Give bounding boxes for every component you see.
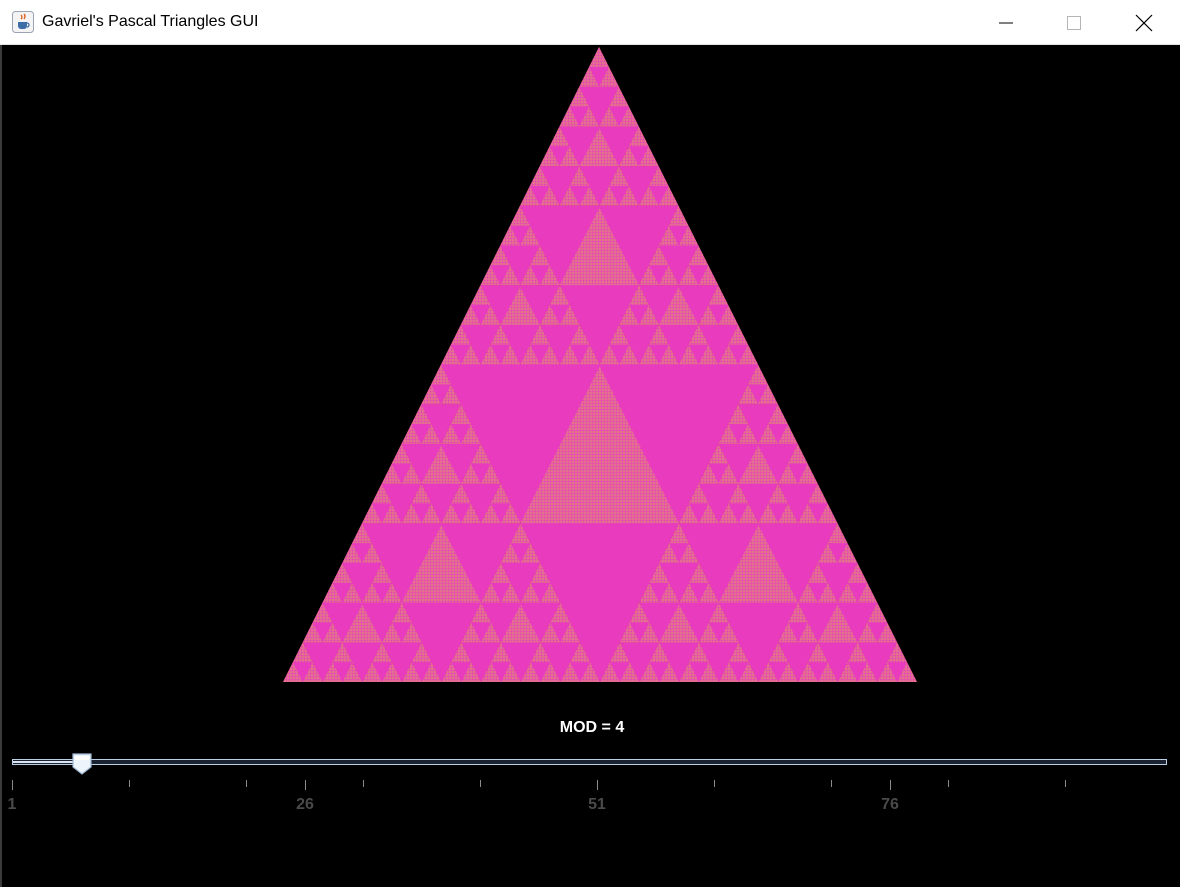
close-icon [1135,14,1153,31]
app-window: Gavriel's Pascal Triangles GUI MOD = 4 1… [0,0,1180,887]
slider-major-tick [12,780,13,790]
slider-tick-label: 51 [588,796,606,813]
slider-tick [246,780,247,787]
slider-tick [948,780,949,787]
close-button[interactable] [1108,0,1180,45]
slider-tick [831,780,832,787]
window-left-border [0,45,2,887]
maximize-icon [1067,15,1081,30]
slider-tick-label: 76 [881,796,899,813]
slider-tick-label: 1 [7,796,17,813]
mod-slider-track[interactable] [12,759,1167,765]
java-cup-icon [12,11,34,33]
maximize-button[interactable] [1038,0,1110,45]
slider-tick [129,780,130,787]
pascal-triangle-fractal [283,47,917,682]
mod-slider-thumb[interactable] [71,752,93,776]
slider-major-tick [597,780,598,790]
slider-tick [363,780,364,787]
slider-major-tick [890,780,891,790]
slider-tick [1065,780,1066,787]
slider-major-tick [305,780,306,790]
minimize-icon [999,22,1013,23]
slider-tick-label: 26 [296,796,314,813]
title-bar[interactable]: Gavriel's Pascal Triangles GUI [0,0,1180,45]
window-title: Gavriel's Pascal Triangles GUI [42,13,259,30]
slider-tick [714,780,715,787]
slider-tick [480,780,481,787]
minimize-button[interactable] [970,0,1042,45]
mod-value-label: MOD = 4 [559,719,625,736]
